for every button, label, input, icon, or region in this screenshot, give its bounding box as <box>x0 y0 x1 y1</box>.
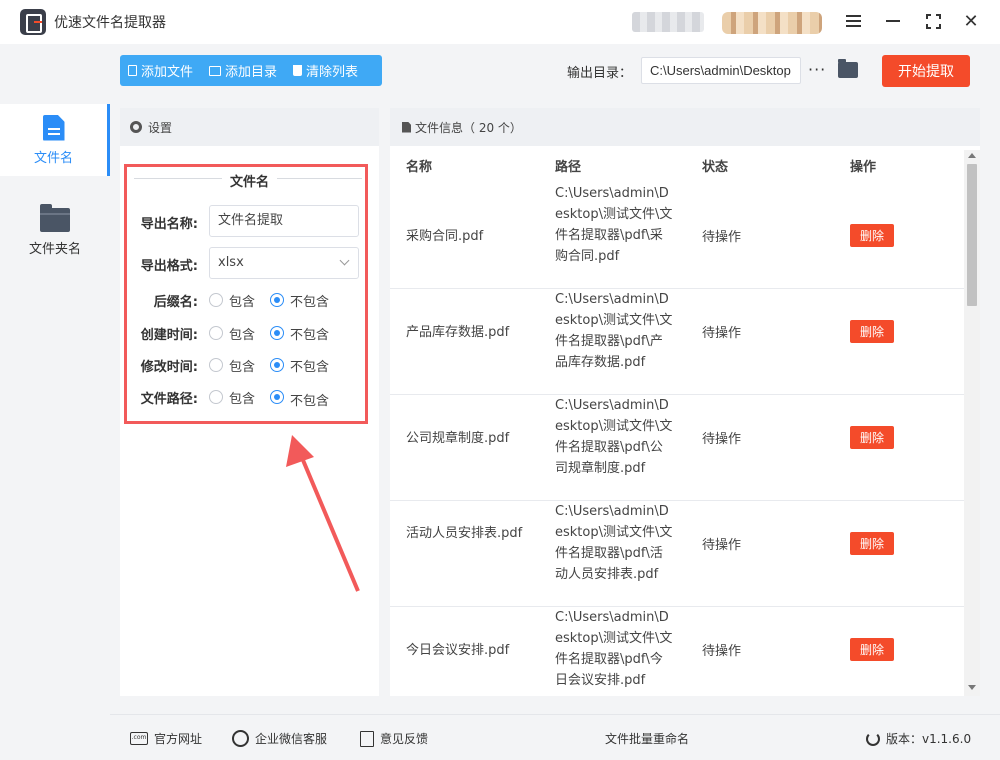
settings-panel: 设置 文件名 导出名称: 文件名提取 导出格式: xlsx 后缀名: 包含 不包… <box>120 108 379 696</box>
clear-list-button[interactable]: 清除列表 <box>285 55 366 86</box>
table-row: 今日会议安排.pdf C:\Users\admin\Desktop\测试文件\文… <box>390 607 964 696</box>
browse-more-button[interactable]: ··· <box>808 60 826 79</box>
add-file-button[interactable]: 添加文件 <box>120 55 201 86</box>
add-directory-label: 添加目录 <box>225 65 278 80</box>
table-row: 公司规章制度.pdf C:\Users\admin\Desktop\测试文件\文… <box>390 395 964 501</box>
col-header-path: 路径 <box>555 160 582 175</box>
file-path-cell: C:\Users\admin\Desktop\测试文件\文件名提取器\pdf\采… <box>555 186 673 264</box>
file-path-cell: C:\Users\admin\Desktop\测试文件\文件名提取器\pdf\今… <box>555 610 673 688</box>
version-info[interactable]: 版本：v1.1.6.0 <box>866 730 971 747</box>
delete-button[interactable]: 删除 <box>850 532 894 555</box>
feedback-link[interactable]: 意见反馈 <box>360 730 428 747</box>
app-title: 优速文件名提取器 <box>54 15 166 31</box>
table-row: 产品库存数据.pdf C:\Users\admin\Desktop\测试文件\文… <box>390 289 964 395</box>
clear-list-label: 清除列表 <box>306 65 359 80</box>
status-cell: 待操作 <box>702 644 742 659</box>
website-icon: .com <box>130 732 148 745</box>
maximize-icon <box>925 13 941 29</box>
menu-button[interactable] <box>842 10 864 32</box>
add-file-label: 添加文件 <box>141 65 194 80</box>
official-website-label: 官方网址 <box>154 732 203 746</box>
feedback-icon <box>360 730 374 747</box>
folder-icon <box>40 203 70 232</box>
file-list-panel: 文件信息（ 20 个） 名称 路径 状态 操作 采购合同.pdf C:\User… <box>390 108 980 696</box>
app-logo-icon <box>20 9 46 35</box>
nav-item-foldername[interactable]: 文件夹名 <box>0 196 110 268</box>
chat-icon <box>232 730 249 747</box>
trash-icon <box>293 65 303 76</box>
folder-icon <box>209 65 222 76</box>
nav-item-label: 文件夹名 <box>28 241 81 257</box>
nav-item-label: 文件名 <box>33 150 73 166</box>
file-name-cell: 采购合同.pdf <box>406 229 484 244</box>
status-cell: 待操作 <box>702 432 742 447</box>
file-path-cell: C:\Users\admin\Desktop\测试文件\文件名提取器\pdf\产… <box>555 292 673 370</box>
delete-button[interactable]: 删除 <box>850 426 894 449</box>
add-directory-button[interactable]: 添加目录 <box>201 55 285 86</box>
blurred-user-info <box>632 12 704 32</box>
delete-button[interactable]: 删除 <box>850 638 894 661</box>
file-name-cell: 产品库存数据.pdf <box>406 325 510 340</box>
scroll-up-icon[interactable] <box>968 153 976 158</box>
col-header-action: 操作 <box>850 160 877 175</box>
file-name-cell: 公司规章制度.pdf <box>406 431 510 446</box>
output-dir-input[interactable]: C:\Users\admin\Desktop <box>641 57 801 84</box>
start-extract-button[interactable]: 开始提取 <box>882 55 970 87</box>
minimize-button[interactable] <box>882 10 904 32</box>
hamburger-icon <box>845 15 861 27</box>
close-button[interactable]: ✕ <box>960 10 982 32</box>
file-count-title: 文件信息（ 20 个） <box>415 120 522 135</box>
status-cell: 待操作 <box>702 326 742 341</box>
file-list-header: 文件信息（ 20 个） <box>390 108 980 146</box>
open-folder-icon[interactable] <box>838 59 858 78</box>
settings-header: 设置 <box>120 108 379 146</box>
file-name-cell: 今日会议安排.pdf <box>406 643 510 658</box>
annotation-arrow <box>286 435 360 592</box>
minimize-icon <box>886 20 900 22</box>
file-icon <box>128 65 137 76</box>
maximize-button[interactable] <box>922 10 944 32</box>
file-path-cell: C:\Users\admin\Desktop\测试文件\文件名提取器\pdf\活… <box>555 504 673 582</box>
delete-button[interactable]: 删除 <box>850 320 894 343</box>
footer: .com 官方网址 企业微信客服 意见反馈 文件批量重命名 版本：v1.1.6.… <box>110 714 1000 760</box>
file-icon <box>42 114 65 141</box>
official-website-link[interactable]: .com 官方网址 <box>130 730 202 747</box>
output-dir-label: 输出目录： <box>567 66 633 81</box>
nav-item-filename[interactable]: 文件名 <box>0 104 110 176</box>
vertical-scrollbar[interactable] <box>964 150 980 696</box>
scrollbar-thumb[interactable] <box>967 164 977 306</box>
document-icon <box>402 121 411 133</box>
version-label: 版本：v1.1.6.0 <box>886 732 972 746</box>
status-cell: 待操作 <box>702 230 742 245</box>
col-header-name: 名称 <box>406 160 433 175</box>
close-icon: ✕ <box>963 10 979 32</box>
file-action-group: 添加文件 添加目录 清除列表 <box>120 55 382 86</box>
title-bar: 优速文件名提取器 ✕ <box>0 0 1000 44</box>
wechat-support-label: 企业微信客服 <box>255 732 328 746</box>
settings-title: 设置 <box>148 120 173 135</box>
file-name-cell: 活动人员安排表.pdf <box>406 526 523 541</box>
left-nav: 文件名 文件夹名 <box>0 44 110 760</box>
blurred-user-avatar <box>722 12 822 34</box>
batch-rename-link[interactable]: 文件批量重命名 <box>605 730 689 747</box>
scroll-down-icon[interactable] <box>968 685 976 690</box>
delete-button[interactable]: 删除 <box>850 224 894 247</box>
refresh-icon <box>866 731 880 746</box>
table-row: 采购合同.pdf C:\Users\admin\Desktop\测试文件\文件名… <box>390 183 964 289</box>
batch-rename-label: 文件批量重命名 <box>605 732 690 746</box>
col-header-status: 状态 <box>702 160 729 175</box>
highlight-box <box>124 164 368 424</box>
gear-icon <box>130 121 142 133</box>
wechat-support-link[interactable]: 企业微信客服 <box>232 730 327 747</box>
feedback-label: 意见反馈 <box>380 732 429 746</box>
file-path-cell: C:\Users\admin\Desktop\测试文件\文件名提取器\pdf\公… <box>555 398 673 476</box>
status-cell: 待操作 <box>702 538 742 553</box>
table-row: 活动人员安排表.pdf C:\Users\admin\Desktop\测试文件\… <box>390 501 964 607</box>
